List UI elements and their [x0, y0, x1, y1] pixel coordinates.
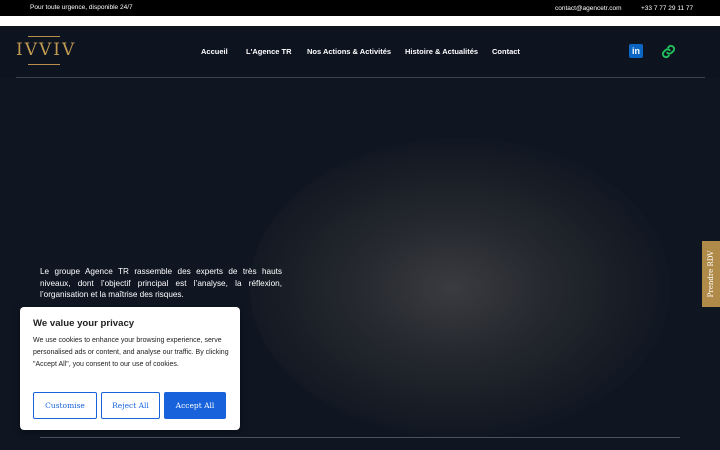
linkedin-glyph: in [632, 46, 640, 56]
logo-top-rule [28, 36, 60, 37]
nav-item-agence[interactable]: L'Agence TR [246, 47, 292, 56]
nav-item-contact[interactable]: Contact [492, 47, 520, 56]
accept-all-button[interactable]: Accept All [164, 392, 226, 419]
reject-all-button[interactable]: Reject All [101, 392, 160, 419]
customise-button[interactable]: Customise [33, 392, 97, 419]
hero-background-image [250, 138, 670, 438]
nav-item-actions[interactable]: Nos Actions & Activités [307, 47, 391, 56]
cookie-consent-banner: We value your privacy We use cookies to … [20, 307, 240, 430]
contact-email-link[interactable]: contact@agencetr.com [555, 5, 622, 12]
cookie-body-text: We use cookies to enhance your browsing … [33, 337, 229, 368]
urgency-text: Pour toute urgence, disponible 24/7 [30, 4, 133, 11]
hero-bottom-divider [40, 437, 680, 438]
logo-wordmark: IVVIV [16, 40, 77, 60]
appointment-tab-label: Prendre RDV [707, 250, 715, 298]
link-icon-svg [661, 44, 676, 59]
linkedin-icon[interactable]: in [629, 44, 643, 58]
white-strip [0, 16, 720, 26]
nav-item-accueil[interactable]: Accueil [201, 47, 228, 56]
site-header: IVVIV Accueil L'Agence TR Nos Actions & … [0, 26, 720, 78]
appointment-tab[interactable]: Prendre RDV [702, 241, 720, 307]
top-bar: Pour toute urgence, disponible 24/7 cont… [0, 0, 720, 16]
contact-phone-link[interactable]: +33 7 77 29 11 77 [641, 5, 693, 12]
nav-item-histoire[interactable]: Histoire & Actualités [405, 47, 478, 56]
site-logo[interactable]: IVVIV [16, 34, 74, 66]
hero-description: Le groupe Agence TR rassemble des expert… [40, 267, 282, 300]
logo-bottom-rule [28, 64, 60, 65]
link-icon[interactable] [661, 44, 676, 59]
cookie-title: We value your privacy [33, 318, 135, 329]
